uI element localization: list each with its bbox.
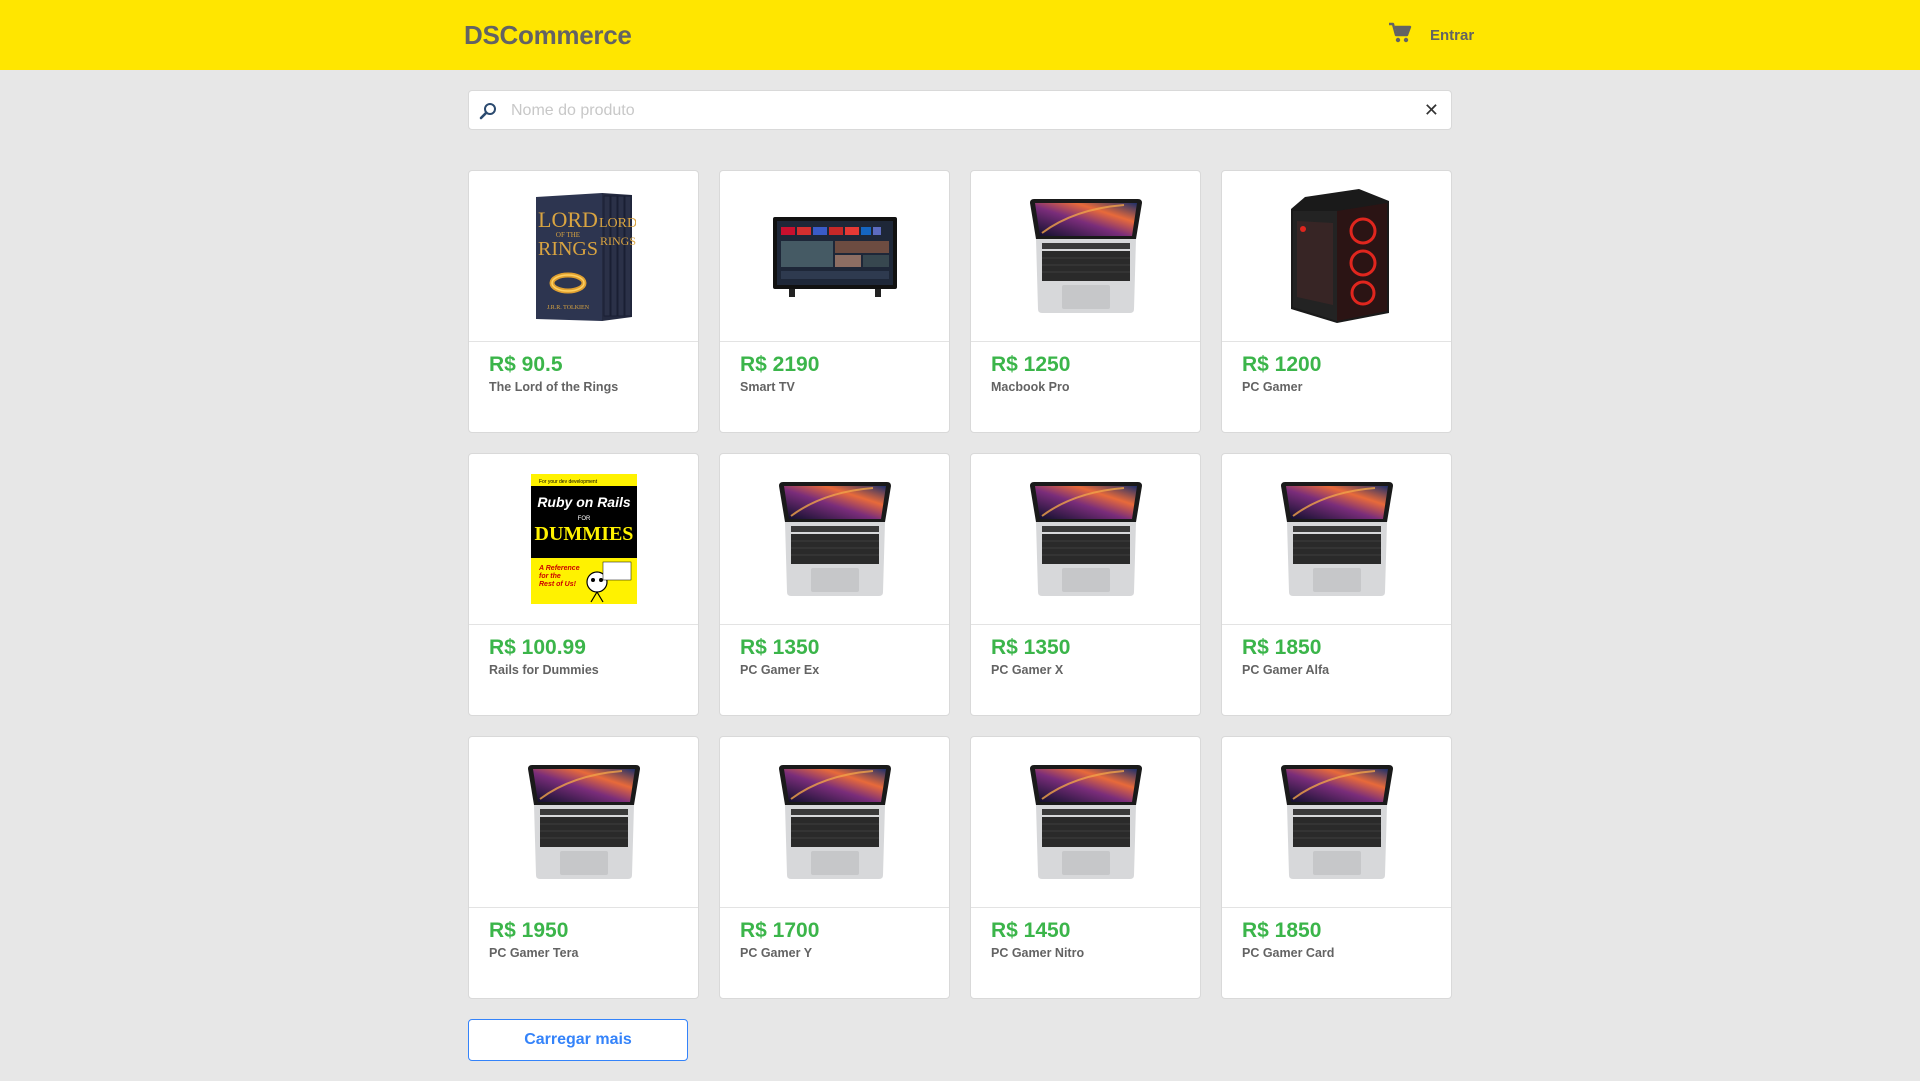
product-name: PC Gamer X — [991, 663, 1064, 677]
product-grid: LORD OF THE RINGS J.R.R. TOLKIEN LORD RI… — [468, 170, 1452, 999]
product-card[interactable]: R$ 1350 PC Gamer Ex — [719, 453, 950, 716]
load-more-button[interactable]: Carregar mais — [468, 1019, 688, 1061]
product-price: R$ 100.99 — [489, 636, 586, 659]
svg-text:J.R.R. TOLKIEN: J.R.R. TOLKIEN — [546, 305, 589, 311]
product-name: PC Gamer Tera — [489, 946, 579, 960]
svg-text:RINGS: RINGS — [537, 238, 597, 260]
product-card[interactable]: R$ 1950 PC Gamer Tera — [468, 736, 699, 999]
svg-text:LORD: LORD — [538, 207, 598, 232]
product-name: PC Gamer Card — [1242, 946, 1335, 960]
svg-text:A Reference: A Reference — [538, 565, 580, 572]
product-price: R$ 1450 — [991, 919, 1071, 942]
product-price: R$ 1200 — [1242, 353, 1322, 376]
svg-text:LORD: LORD — [598, 216, 635, 231]
product-info: R$ 1200 PC Gamer — [1222, 342, 1451, 394]
product-name: PC Gamer Nitro — [991, 946, 1085, 960]
product-price: R$ 1700 — [740, 919, 820, 942]
product-info: R$ 1450 PC Gamer Nitro — [971, 908, 1200, 960]
product-card[interactable]: LORD OF THE RINGS J.R.R. TOLKIEN LORD RI… — [468, 170, 699, 433]
product-price: R$ 90.5 — [489, 353, 563, 376]
product-card[interactable]: R$ 1850 PC Gamer Card — [1221, 736, 1452, 999]
product-card[interactable]: R$ 1350 PC Gamer X — [970, 453, 1201, 716]
product-info: R$ 1250 Macbook Pro — [971, 342, 1200, 394]
product-price: R$ 1350 — [991, 636, 1071, 659]
product-image[interactable]: For your dev development Ruby on Rails F… — [469, 454, 698, 625]
svg-text:for the: for the — [539, 573, 561, 580]
product-card[interactable]: For your dev development Ruby on Rails F… — [468, 453, 699, 716]
product-name: Smart TV — [740, 380, 795, 394]
product-price: R$ 1250 — [991, 353, 1071, 376]
cart-icon[interactable] — [1388, 22, 1412, 44]
product-info: R$ 1700 PC Gamer Y — [720, 908, 949, 960]
svg-text:DUMMIES: DUMMIES — [534, 523, 633, 545]
product-name: PC Gamer — [1242, 380, 1303, 394]
svg-text:For your dev development: For your dev development — [539, 479, 598, 485]
product-image[interactable] — [971, 171, 1200, 342]
product-info: R$ 2190 Smart TV — [720, 342, 949, 394]
product-name: The Lord of the Rings — [489, 380, 619, 394]
product-card[interactable]: R$ 2190 Smart TV — [719, 170, 950, 433]
product-price: R$ 2190 — [740, 353, 820, 376]
product-price: R$ 1350 — [740, 636, 820, 659]
search-bar: ✕ — [468, 90, 1452, 130]
product-image[interactable] — [1222, 454, 1451, 625]
product-card[interactable]: R$ 1450 PC Gamer Nitro — [970, 736, 1201, 999]
product-info: R$ 1950 PC Gamer Tera — [469, 908, 698, 960]
svg-text:Rest of Us!: Rest of Us! — [539, 581, 577, 588]
login-link[interactable]: Entrar — [1430, 27, 1474, 44]
top-bar: DSCommerce Entrar — [0, 0, 1920, 70]
product-image[interactable] — [720, 171, 949, 342]
product-name: PC Gamer Alfa — [1242, 663, 1330, 677]
product-info: R$ 1350 PC Gamer Ex — [720, 625, 949, 677]
search-icon — [479, 102, 497, 120]
product-card[interactable]: R$ 1850 PC Gamer Alfa — [1221, 453, 1452, 716]
product-price: R$ 1850 — [1242, 636, 1322, 659]
product-image[interactable] — [720, 454, 949, 625]
product-image[interactable] — [720, 737, 949, 908]
product-info: R$ 1850 PC Gamer Alfa — [1222, 625, 1451, 677]
product-name: Rails for Dummies — [489, 663, 599, 677]
product-image[interactable] — [971, 454, 1200, 625]
product-name: Macbook Pro — [991, 380, 1070, 394]
product-card[interactable]: R$ 1700 PC Gamer Y — [719, 736, 950, 999]
product-info: R$ 100.99 Rails for Dummies — [469, 625, 698, 677]
product-info: R$ 1850 PC Gamer Card — [1222, 908, 1451, 960]
product-price: R$ 1850 — [1242, 919, 1322, 942]
product-image[interactable] — [1222, 737, 1451, 908]
product-info: R$ 1350 PC Gamer X — [971, 625, 1200, 677]
product-price: R$ 1950 — [489, 919, 569, 942]
product-image[interactable] — [971, 737, 1200, 908]
product-card[interactable]: R$ 1250 Macbook Pro — [970, 170, 1201, 433]
brand-logo-link[interactable]: DSCommerce — [464, 20, 632, 51]
product-image[interactable] — [469, 737, 698, 908]
product-image[interactable] — [1222, 171, 1451, 342]
product-name: PC Gamer Ex — [740, 663, 820, 677]
clear-search-icon[interactable]: ✕ — [1424, 100, 1439, 120]
search-input[interactable] — [511, 97, 1391, 125]
product-card[interactable]: R$ 1200 PC Gamer — [1221, 170, 1452, 433]
svg-text:RINGS: RINGS — [599, 234, 635, 248]
product-info: R$ 90.5 The Lord of the Rings — [469, 342, 698, 394]
product-name: PC Gamer Y — [740, 946, 813, 960]
svg-text:FOR: FOR — [577, 516, 590, 522]
product-image[interactable]: LORD OF THE RINGS J.R.R. TOLKIEN LORD RI… — [469, 171, 698, 342]
svg-text:Ruby on Rails: Ruby on Rails — [537, 494, 631, 510]
